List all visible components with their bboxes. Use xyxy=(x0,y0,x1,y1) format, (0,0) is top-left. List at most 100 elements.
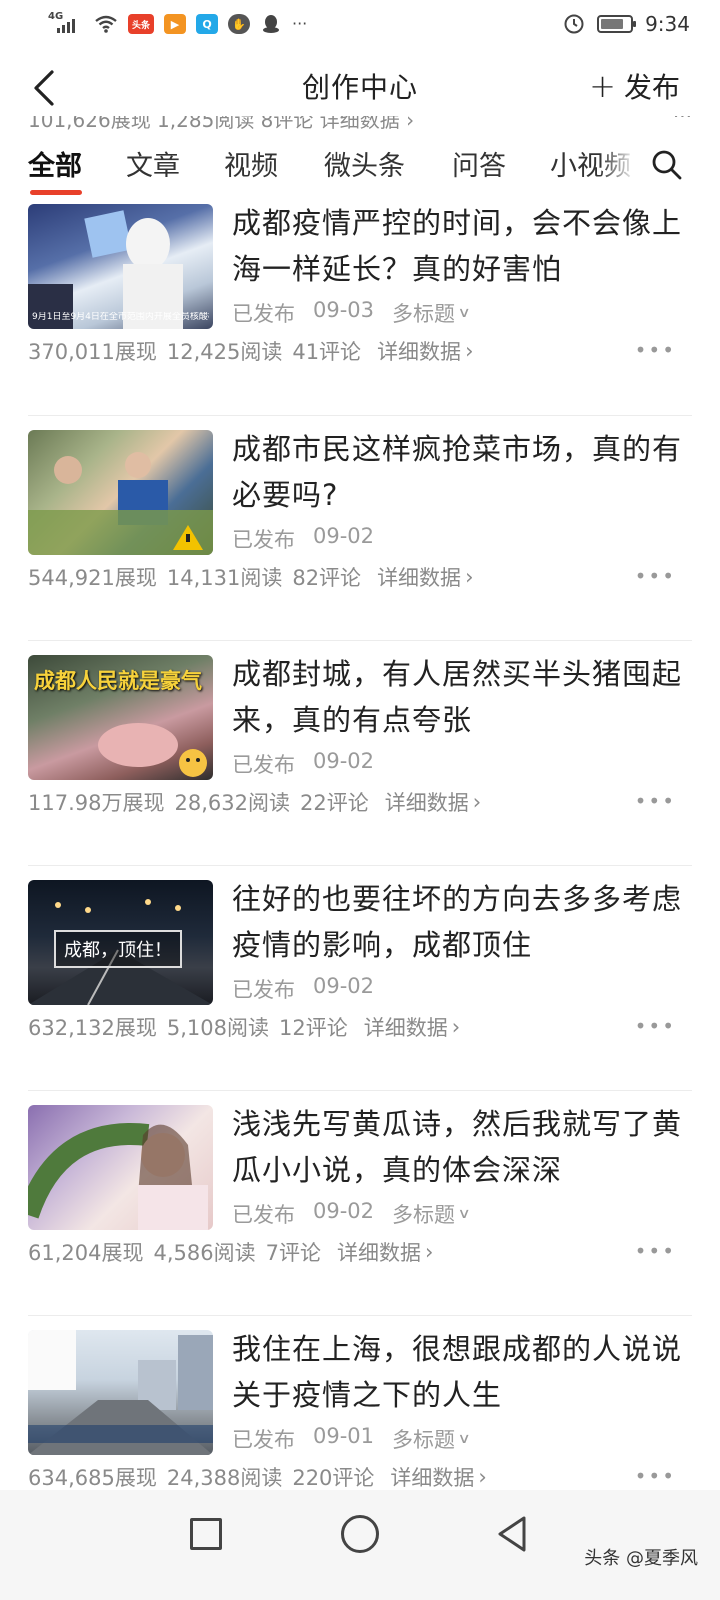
article-thumbnail xyxy=(28,1330,213,1455)
multi-title-dropdown[interactable]: 多标题 ∨ xyxy=(392,1199,471,1229)
more-options-icon[interactable]: ••• xyxy=(635,789,676,813)
article-thumbnail: 成都人民就是豪气 xyxy=(28,655,213,780)
article-thumbnail: 9月1日至9月4日在全市范围内开展全员核酸检测 xyxy=(28,204,213,329)
reads-count: 4,586阅读 xyxy=(153,1241,256,1265)
details-label: 详细数据 xyxy=(363,1016,448,1040)
more-options-icon[interactable]: ••• xyxy=(635,338,676,362)
details-link[interactable]: 详细数据 › xyxy=(377,336,473,366)
search-app-icon: Q xyxy=(196,14,218,34)
publish-date: 09-01 xyxy=(313,1424,375,1448)
reads-count: 5,108阅读 xyxy=(166,1016,269,1040)
details-link[interactable]: 详细数据 › xyxy=(390,1462,486,1490)
hand-app-icon: ✋ xyxy=(228,14,250,34)
views-count: 370,011展现 xyxy=(28,340,157,364)
tab-articles[interactable]: 文章 xyxy=(126,144,180,183)
details-link[interactable]: 详细数据 › xyxy=(385,787,481,817)
publish-button[interactable]: + 发布 xyxy=(589,66,680,106)
comments-count: 7评论 xyxy=(265,1241,321,1265)
more-options-icon[interactable]: ••• xyxy=(635,1464,676,1488)
multi-title-dropdown[interactable]: 多标题 ∨ xyxy=(392,1424,471,1454)
views-count: 61,204展现 xyxy=(28,1241,144,1265)
multi-title-label: 多标题 xyxy=(392,1203,456,1227)
status-bar: 4G 头条 ▶ Q ✋ ··· 9:34 xyxy=(0,0,720,48)
more-icon: ··· xyxy=(672,116,692,128)
details-label: 详细数据 xyxy=(390,1466,475,1490)
article-meta: 已发布 09-02 xyxy=(232,524,374,554)
more-options-icon[interactable]: ••• xyxy=(635,1239,676,1263)
recent-apps-button[interactable] xyxy=(190,1518,222,1550)
article-item[interactable]: 成都，顶住！ 往好的也要往坏的方向去多多考虑疫情的影响，成都顶住 已发布 09-… xyxy=(28,865,692,1090)
app-header: 创作中心 + 发布 xyxy=(0,50,720,122)
tab-qa[interactable]: 问答 xyxy=(452,144,506,183)
scrolled-stats-row: 101,626展现 1,285阅读 8评论 详细数据 › ··· xyxy=(28,116,692,136)
nav-back-button[interactable] xyxy=(492,1514,532,1554)
tab-all[interactable]: 全部 xyxy=(28,144,82,183)
details-label: 详细数据 xyxy=(377,340,462,364)
chevron-down-icon: ∨ xyxy=(457,1431,471,1447)
article-meta: 已发布 09-02 多标题 ∨ xyxy=(232,1199,471,1229)
article-title[interactable]: 浅浅先写黄瓜诗，然后我就写了黄瓜小小说，真的体会深深 xyxy=(232,1101,684,1193)
more-options-icon[interactable]: ••• xyxy=(635,1014,676,1038)
article-title[interactable]: 我住在上海，很想跟成都的人说说关于疫情之下的人生 xyxy=(232,1326,684,1418)
article-title[interactable]: 成都疫情严控的时间，会不会像上海一样延长？真的好害怕 xyxy=(232,200,684,292)
comments-count: 82评论 xyxy=(292,566,362,590)
article-item[interactable]: 9月1日至9月4日在全市范围内开展全员核酸检测 成都疫情严控的时间，会不会像上海… xyxy=(0,200,720,415)
details-link[interactable]: 详细数据 › xyxy=(377,562,473,592)
article-title[interactable]: 成都封城，有人居然买半头猪囤起来，真的有点夸张 xyxy=(232,651,684,743)
battery-icon xyxy=(597,15,637,33)
publish-status: 已发布 xyxy=(232,1203,295,1227)
publish-date: 09-03 xyxy=(313,298,375,322)
tab-videos[interactable]: 视频 xyxy=(224,144,278,183)
toutiao-app-icon: 头条 xyxy=(128,14,154,34)
home-button[interactable] xyxy=(341,1515,379,1553)
thumbnail-caption: 9月1日至9月4日在全市范围内开展全员核酸检测 xyxy=(32,312,209,322)
article-meta: 已发布 09-03 多标题 ∨ xyxy=(232,298,471,328)
article-stats: 370,011展现 12,425阅读 41评论 详细数据 › xyxy=(28,336,473,366)
article-item[interactable]: 成都市民这样疯抢菜市场，真的有必要吗? 已发布 09-02 544,921展现 … xyxy=(28,415,692,640)
reads-count: 14,131阅读 xyxy=(166,566,283,590)
chevron-right-icon: › xyxy=(478,1465,487,1489)
comments-count: 220评论 xyxy=(292,1466,375,1490)
article-item[interactable]: 我住在上海，很想跟成都的人说说关于疫情之下的人生 已发布 09-01 多标题 ∨… xyxy=(28,1315,692,1490)
article-title[interactable]: 成都市民这样疯抢菜市场，真的有必要吗? xyxy=(232,426,684,518)
search-icon[interactable] xyxy=(650,148,684,182)
article-thumbnail xyxy=(28,1105,213,1230)
comments-count: 41评论 xyxy=(292,340,362,364)
multi-title-label: 多标题 xyxy=(392,1428,456,1452)
multi-title-dropdown[interactable]: 多标题 ∨ xyxy=(392,298,471,328)
details-link[interactable]: 详细数据 › xyxy=(364,1012,460,1042)
alarm-icon xyxy=(564,14,584,34)
status-left: 4G 头条 ▶ Q ✋ ··· xyxy=(48,10,307,38)
chevron-right-icon: › xyxy=(424,1240,434,1264)
chevron-right-icon: › xyxy=(472,790,482,814)
scrolled-stats-text: 101,626展现 1,285阅读 8评论 详细数据 › xyxy=(28,116,415,132)
comments-count: 12评论 xyxy=(278,1016,348,1040)
article-meta: 已发布 09-02 xyxy=(232,749,374,779)
overflow-dots: ··· xyxy=(292,14,308,33)
tab-fade xyxy=(600,134,636,200)
article-stats: 632,132展现 5,108阅读 12评论 详细数据 › xyxy=(28,1012,460,1042)
watermark-text: 头条 @夏季风 xyxy=(584,1548,698,1569)
tab-micro-headlines[interactable]: 微头条 xyxy=(324,144,405,183)
reads-count: 12,425阅读 xyxy=(166,340,283,364)
article-thumbnail: 成都，顶住！ xyxy=(28,880,213,1005)
article-title[interactable]: 往好的也要往坏的方向去多多考虑疫情的影响，成都顶住 xyxy=(232,876,684,968)
status-time: 9:34 xyxy=(645,12,690,36)
details-label: 详细数据 xyxy=(377,566,462,590)
status-right: 9:34 xyxy=(563,10,690,38)
wifi-icon xyxy=(95,15,117,33)
article-meta: 已发布 09-01 多标题 ∨ xyxy=(232,1424,471,1454)
details-label: 详细数据 xyxy=(336,1241,421,1265)
publish-date: 09-02 xyxy=(313,749,375,773)
article-item[interactable]: 浅浅先写黄瓜诗，然后我就写了黄瓜小小说，真的体会深深 已发布 09-02 多标题… xyxy=(28,1090,692,1315)
comments-count: 22评论 xyxy=(299,791,369,815)
category-tabs: 全部 文章 视频 微头条 问答 小视频 xyxy=(0,134,720,200)
more-options-icon[interactable]: ••• xyxy=(635,564,676,588)
views-count: 632,132展现 xyxy=(28,1016,157,1040)
signal-icon: 4G xyxy=(48,11,84,35)
chevron-down-icon: ∨ xyxy=(457,305,471,321)
publish-status: 已发布 xyxy=(232,978,295,1002)
article-item[interactable]: 成都人民就是豪气 成都封城，有人居然买半头猪囤起来，真的有点夸张 已发布 09-… xyxy=(28,640,692,865)
details-link[interactable]: 详细数据 › xyxy=(337,1237,433,1267)
views-count: 634,685展现 xyxy=(28,1466,157,1490)
